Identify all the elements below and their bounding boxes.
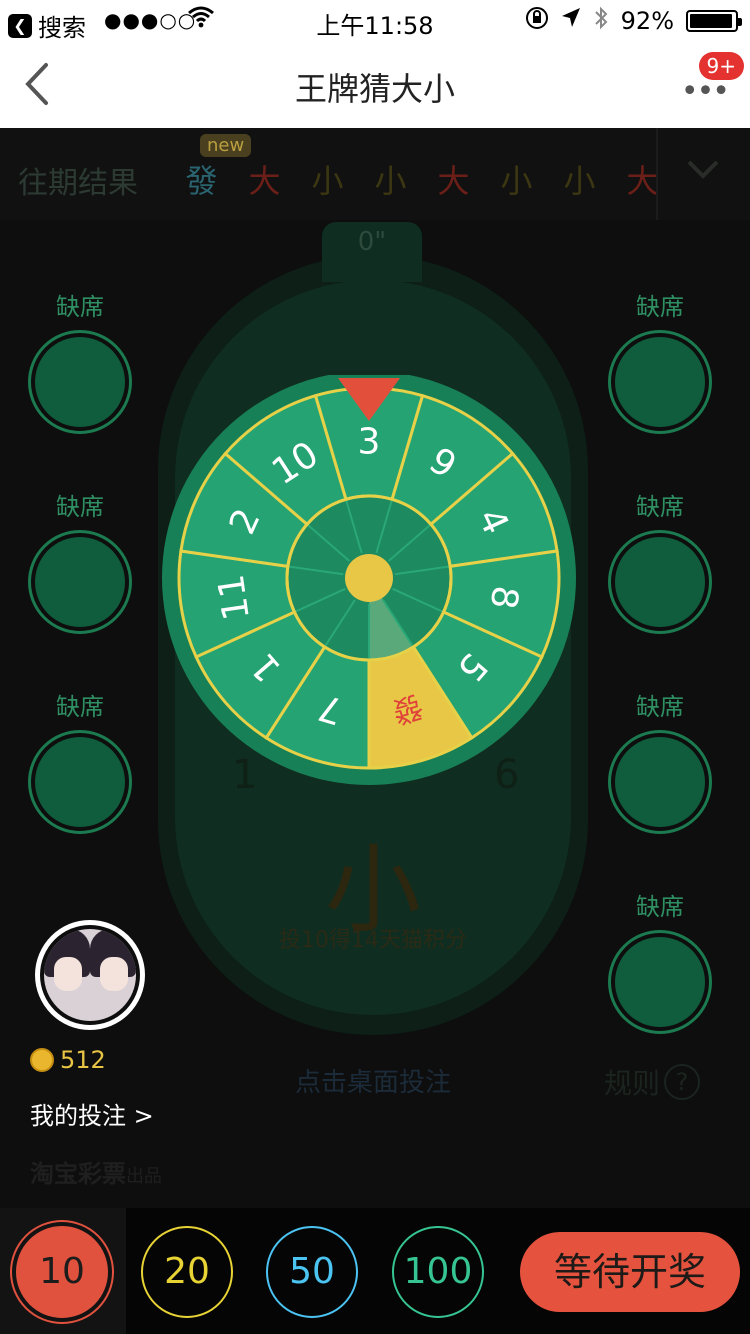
history-result-item: 小 xyxy=(311,162,344,200)
divider xyxy=(656,128,658,220)
battery-percent: 92% xyxy=(620,7,674,35)
seat-circle xyxy=(608,530,712,634)
seat-circle xyxy=(608,330,712,434)
spin-wheel: 3 9485發7111210 xyxy=(162,375,576,785)
seat-circle xyxy=(28,330,132,434)
history-result-item: 小 xyxy=(374,162,407,200)
history-result-item: 小 xyxy=(500,162,533,200)
seat-right-2[interactable]: 缺席 xyxy=(608,487,712,634)
wait-for-draw-button[interactable]: 等待开奖 xyxy=(520,1232,740,1312)
seat-label: 缺席 xyxy=(56,493,104,521)
seat-label: 缺席 xyxy=(56,293,104,321)
seat-left-3[interactable]: 缺席 xyxy=(28,687,132,834)
history-results: 發大小小大小小大 xyxy=(170,156,674,202)
seat-label: 缺席 xyxy=(636,293,684,321)
bluetooth-icon xyxy=(593,6,609,36)
question-icon: ? xyxy=(664,1064,701,1100)
user-avatar[interactable] xyxy=(35,920,145,1030)
history-label: 往期结果 xyxy=(18,166,138,201)
location-icon xyxy=(561,7,581,35)
chip-50-button[interactable]: 50 xyxy=(266,1226,358,1318)
history-result-item: 大 xyxy=(437,162,470,200)
seat-label: 缺席 xyxy=(56,693,104,721)
coin-amount: 512 xyxy=(60,1046,106,1074)
seat-right-4[interactable]: 缺席 xyxy=(608,887,712,1034)
history-strip: 往期结果 new 發大小小大小小大 xyxy=(0,128,750,220)
seat-left-1[interactable]: 缺席 xyxy=(28,287,132,434)
history-result-item: 小 xyxy=(563,162,596,200)
new-badge: new xyxy=(200,134,252,157)
seat-left-2[interactable]: 缺席 xyxy=(28,487,132,634)
coin-balance: 512 xyxy=(30,1046,106,1074)
chip-10-button[interactable]: 10 xyxy=(16,1226,108,1318)
notification-badge: 9+ xyxy=(698,52,744,80)
wheel-segment-label: 11 xyxy=(211,572,258,623)
page-title: 王牌猜大小 xyxy=(294,70,455,108)
history-result-item: 發 xyxy=(185,162,218,200)
seat-circle xyxy=(28,730,132,834)
seat-right-3[interactable]: 缺席 xyxy=(608,687,712,834)
seat-right-1[interactable]: 缺席 xyxy=(608,287,712,434)
seat-circle xyxy=(608,930,712,1034)
brand-label: 淘宝彩票出品 xyxy=(30,1154,162,1189)
seat-label: 缺席 xyxy=(636,693,684,721)
countdown-timer: 0" xyxy=(322,222,422,282)
brand-suffix: 出品 xyxy=(126,1166,162,1187)
rules-button[interactable]: 规则 ? xyxy=(604,1062,701,1102)
coin-icon xyxy=(30,1048,54,1072)
seat-label: 缺席 xyxy=(636,893,684,921)
rules-label: 规则 xyxy=(604,1067,661,1100)
status-bar: ❮ 搜索 ●●●○○ 上午11:58 92% xyxy=(0,0,750,42)
bottom-bar: 10 20 50 100 等待开奖 xyxy=(0,1208,750,1334)
my-bets-link[interactable]: 我的投注 > xyxy=(30,1096,154,1131)
chip-100-button[interactable]: 100 xyxy=(392,1226,484,1318)
seat-circle xyxy=(608,730,712,834)
wheel-segment-label: 3 xyxy=(358,422,381,463)
seat-circle xyxy=(28,530,132,634)
expand-history-button[interactable] xyxy=(686,158,720,184)
chip-20-button[interactable]: 20 xyxy=(141,1226,233,1318)
nav-bar: 王牌猜大小 ••• 9+ xyxy=(0,40,750,128)
brand-name: 淘宝彩票 xyxy=(30,1160,126,1188)
battery-icon xyxy=(686,10,742,32)
rotation-lock-icon xyxy=(525,6,549,36)
seat-label: 缺席 xyxy=(636,493,684,521)
wheel-hub xyxy=(345,554,393,602)
history-result-item: 大 xyxy=(248,162,281,200)
history-result-item: 大 xyxy=(626,162,659,200)
